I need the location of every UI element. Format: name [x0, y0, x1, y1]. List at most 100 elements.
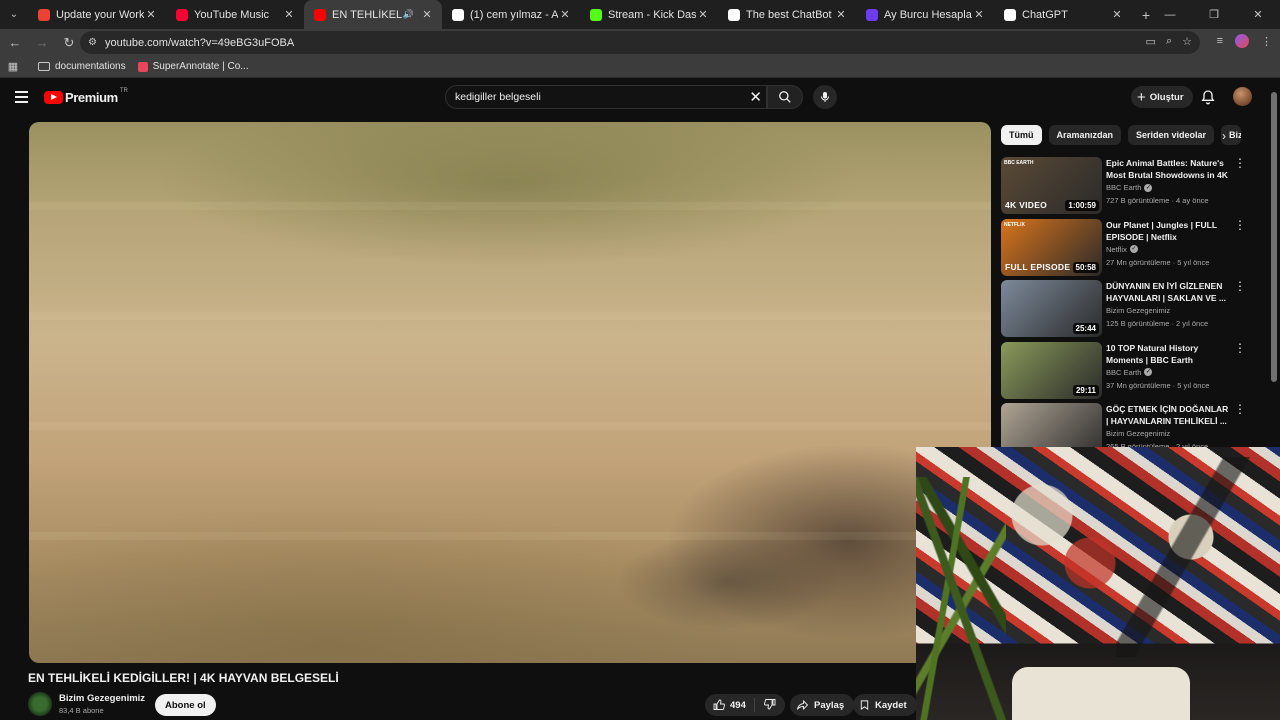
forward-button[interactable]: →: [30, 31, 54, 55]
recommended-video[interactable]: 25:44 DÜNYANIN EN İYİ GİZLENEN HAYVANLARI…: [1001, 280, 1251, 337]
recommended-channel[interactable]: Bizim Gezegenimiz: [1106, 429, 1231, 438]
bookmark-icon: [859, 699, 870, 711]
save-button[interactable]: Kaydet: [853, 694, 917, 716]
reload-button[interactable]: ↻: [57, 31, 81, 55]
recommended-video-title[interactable]: Epic Animal Battles: Nature's Most Bruta…: [1106, 157, 1231, 181]
like-dislike-group: 494: [705, 694, 785, 716]
browser-tab[interactable]: The best ChatBot and Wr✕: [718, 0, 856, 29]
more-actions-icon[interactable]: ⋮: [1234, 280, 1246, 292]
video-thumbnail[interactable]: 29:11: [1001, 341, 1102, 399]
close-tab-icon[interactable]: ✕: [834, 8, 848, 21]
recommended-video-info: Our Planet | Jungles | FULL EPISODE | Ne…: [1106, 219, 1231, 267]
back-button[interactable]: ←: [3, 31, 27, 55]
recommended-channel[interactable]: Netflix ✓: [1106, 245, 1231, 254]
video-duration: 50:58: [1072, 261, 1099, 273]
save-label: Kaydet: [875, 699, 907, 711]
recommended-video-info: GÖÇ ETMEK İÇİN DOĞANLAR | HAYVANLARIN TE…: [1106, 403, 1231, 451]
close-tab-icon[interactable]: ✕: [144, 8, 158, 21]
share-button[interactable]: Paylaş: [790, 694, 855, 716]
page-scrollbar[interactable]: [1271, 92, 1277, 382]
browser-tab[interactable]: YouTube Music ✕: [166, 0, 304, 29]
video-thumbnail[interactable]: BBC EARTH 4K VIDEO 1:00:59: [1001, 157, 1102, 214]
tab-title: EN TEHLİKELİ KEDİGİL: [332, 8, 403, 21]
url-text: youtube.com/watch?v=49eBG3uFOBA: [104, 36, 295, 49]
restore-button[interactable]: ❐: [1192, 0, 1236, 29]
bookmark-documentations[interactable]: documentations: [38, 61, 126, 72]
media-control-icon[interactable]: ≡: [1217, 35, 1223, 47]
youtube-premium-logo[interactable]: Premium TR: [44, 88, 128, 105]
close-tab-icon[interactable]: ✕: [696, 8, 710, 21]
recommended-channel[interactable]: BBC Earth ✓: [1106, 183, 1231, 192]
chevron-right-icon[interactable]: ›: [1222, 129, 1226, 143]
close-tab-icon[interactable]: ✕: [1110, 8, 1124, 21]
omnibox[interactable]: ⚙ youtube.com/watch?v=49eBG3uFOBA ▭ ⌕ ☆: [80, 31, 1200, 54]
like-button[interactable]: 494: [705, 698, 755, 712]
create-button[interactable]: + Oluştur: [1131, 86, 1193, 108]
tab-title: ChatGPT: [1022, 8, 1068, 21]
cast-icon[interactable]: ▭: [1146, 35, 1156, 48]
video-title: EN TEHLİKELİ KEDİGİLLER! | 4K HAYVAN BEL…: [28, 671, 339, 685]
filter-chip[interactable]: Tümü: [1001, 125, 1042, 145]
search-button[interactable]: [767, 85, 803, 109]
filter-chip[interactable]: Aramanızdan: [1048, 125, 1122, 145]
dislike-button[interactable]: [755, 698, 785, 713]
browser-tab[interactable]: Update your Workzone p✕: [28, 0, 166, 29]
toolbar-right: ≡ ⋮: [1217, 34, 1272, 48]
bookmark-superannotate[interactable]: SuperAnnotate | Co...: [137, 61, 249, 72]
filter-chips: TümüAramanızdanSeriden videolarBizim Gez…: [1001, 125, 1242, 145]
h-icon: [866, 8, 878, 21]
notifications-bell-icon[interactable]: [1200, 89, 1216, 105]
recommended-video-title[interactable]: Our Planet | Jungles | FULL EPISODE | Ne…: [1106, 219, 1231, 243]
audio-playing-icon[interactable]: 🔊: [403, 9, 414, 20]
clear-search-icon[interactable]: ✕: [749, 88, 762, 106]
thumbnail-brand-mark: NETFLIX: [1004, 221, 1025, 228]
apps-grid-icon[interactable]: ▦: [0, 60, 26, 73]
youtube-music-icon: [176, 8, 188, 21]
more-actions-icon[interactable]: ⋮: [1234, 342, 1246, 354]
close-tab-icon[interactable]: ✕: [282, 8, 296, 21]
more-actions-icon[interactable]: ⋮: [1234, 219, 1246, 231]
zoom-icon[interactable]: ⌕: [1166, 35, 1172, 48]
subscribe-button[interactable]: Abone ol: [155, 694, 216, 716]
close-tab-icon[interactable]: ✕: [420, 8, 434, 21]
recommended-channel-name: BBC Earth: [1106, 183, 1142, 192]
recommended-channel[interactable]: BBC Earth ✓: [1106, 368, 1231, 377]
search-input[interactable]: kedigiller belgeseli ✕: [445, 85, 767, 109]
browser-tab[interactable]: EN TEHLİKELİ KEDİGİL🔊 ✕: [304, 0, 442, 29]
video-thumbnail[interactable]: 25:44: [1001, 280, 1102, 337]
recommended-video-title[interactable]: DÜNYANIN EN İYİ GİZLENEN HAYVANLARI | SA…: [1106, 280, 1231, 304]
recommended-video[interactable]: NETFLIX FULL EPISODE 50:58 Our Planet | Jun…: [1001, 218, 1251, 276]
close-tab-icon[interactable]: ✕: [972, 8, 986, 21]
browser-tab[interactable]: Stream - Kick Dashboard✕: [580, 0, 718, 29]
channel-avatar[interactable]: [28, 692, 52, 716]
voice-search-button[interactable]: [813, 85, 837, 109]
more-actions-icon[interactable]: ⋮: [1234, 157, 1246, 169]
microphone-icon: [821, 92, 829, 102]
channel-name[interactable]: Bizim Gezegenimiz: [59, 693, 145, 704]
menu-icon[interactable]: ⋮: [1261, 35, 1272, 48]
close-tab-icon[interactable]: ✕: [558, 8, 572, 21]
video-thumbnail[interactable]: NETFLIX FULL EPISODE 50:58: [1001, 218, 1102, 276]
browser-tab[interactable]: (1) cem yılmaz - Arama / X✕: [442, 0, 580, 29]
profile-avatar[interactable]: [1235, 34, 1249, 48]
tab-search-button[interactable]: ⌄: [0, 0, 28, 29]
recommended-video-title[interactable]: 10 TOP Natural History Moments | BBC Ear…: [1106, 342, 1231, 366]
browser-tab[interactable]: ChatGPT ✕: [994, 0, 1132, 29]
close-window-button[interactable]: ✕: [1236, 0, 1280, 29]
bookmark-star-icon[interactable]: ☆: [1182, 35, 1192, 48]
account-avatar[interactable]: [1233, 87, 1252, 106]
bookmarks-bar: ▦ documentations SuperAnnotate | Co...: [0, 56, 1280, 78]
tab-title: Ay Burcu Hesaplama - Hi: [884, 8, 972, 21]
more-actions-icon[interactable]: ⋮: [1234, 403, 1246, 415]
recommended-video-title[interactable]: GÖÇ ETMEK İÇİN DOĞANLAR | HAYVANLARIN TE…: [1106, 403, 1231, 427]
filter-chip[interactable]: Seriden videolar: [1128, 125, 1215, 145]
recommended-channel[interactable]: Bizim Gezegenimiz: [1106, 306, 1231, 315]
video-duration: 1:00:59: [1065, 200, 1099, 211]
site-info-icon[interactable]: ⚙: [88, 37, 97, 48]
recommended-video[interactable]: BBC EARTH 4K VIDEO 1:00:59 Epic Animal Batt…: [1001, 157, 1251, 214]
video-player[interactable]: [29, 122, 991, 663]
browser-tab[interactable]: Ay Burcu Hesaplama - Hi✕: [856, 0, 994, 29]
recommended-video[interactable]: 29:11 10 TOP Natural History Moments | BB…: [1001, 341, 1251, 399]
minimize-button[interactable]: —: [1148, 0, 1192, 29]
hamburger-menu-icon[interactable]: [15, 91, 28, 106]
